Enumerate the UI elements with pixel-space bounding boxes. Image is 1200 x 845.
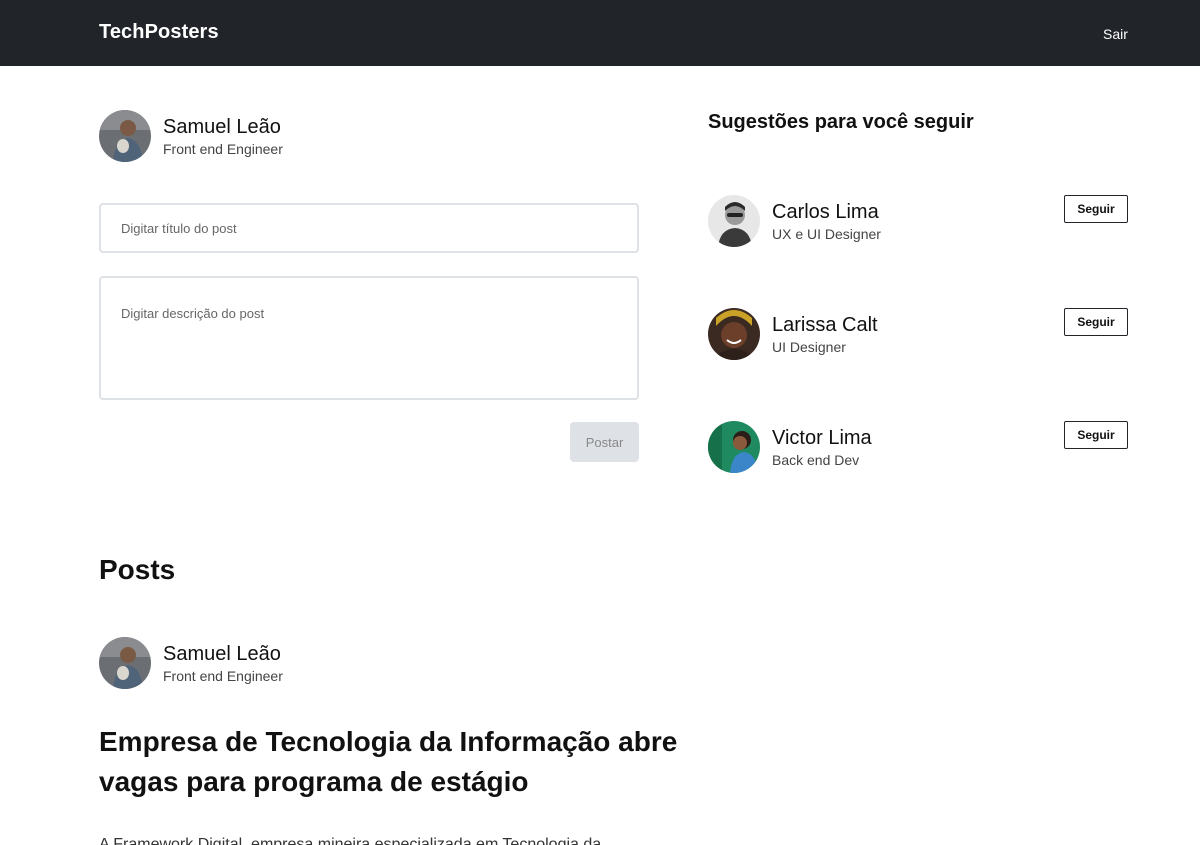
suggestion-avatar [708, 421, 760, 473]
current-user-role: Front end Engineer [163, 141, 283, 157]
follow-button[interactable]: Seguir [1064, 195, 1128, 223]
suggestion-role: Back end Dev [772, 452, 860, 468]
suggestions-heading: Sugestões para você seguir [708, 111, 974, 133]
post-description-input[interactable] [99, 276, 639, 400]
post-submit-button[interactable]: Postar [570, 422, 639, 462]
current-user-avatar [99, 110, 151, 162]
top-navbar: TechPosters Sair [0, 0, 1200, 66]
post-author-name: Samuel Leão [163, 643, 281, 665]
post-author-avatar [99, 637, 151, 689]
suggestion-role: UI Designer [772, 339, 846, 355]
post-author-role: Front end Engineer [163, 668, 283, 684]
follow-button[interactable]: Seguir [1064, 308, 1128, 336]
post-excerpt: A Framework Digital, empresa mineira esp… [99, 836, 602, 845]
logout-link[interactable]: Sair [1103, 26, 1128, 42]
suggestion-avatar [708, 195, 760, 247]
post-title-input[interactable] [99, 203, 639, 253]
suggestion-name: Victor Lima [772, 427, 872, 449]
follow-button[interactable]: Seguir [1064, 421, 1128, 449]
current-user-name: Samuel Leão [163, 116, 281, 138]
posts-heading: Posts [99, 554, 176, 585]
brand-logo[interactable]: TechPosters [99, 21, 219, 44]
suggestion-name: Carlos Lima [772, 201, 879, 223]
suggestion-avatar [708, 308, 760, 360]
suggestion-role: UX e UI Designer [772, 226, 881, 242]
suggestion-name: Larissa Calt [772, 314, 878, 336]
post-title: Empresa de Tecnologia da Informação abre… [99, 726, 678, 797]
